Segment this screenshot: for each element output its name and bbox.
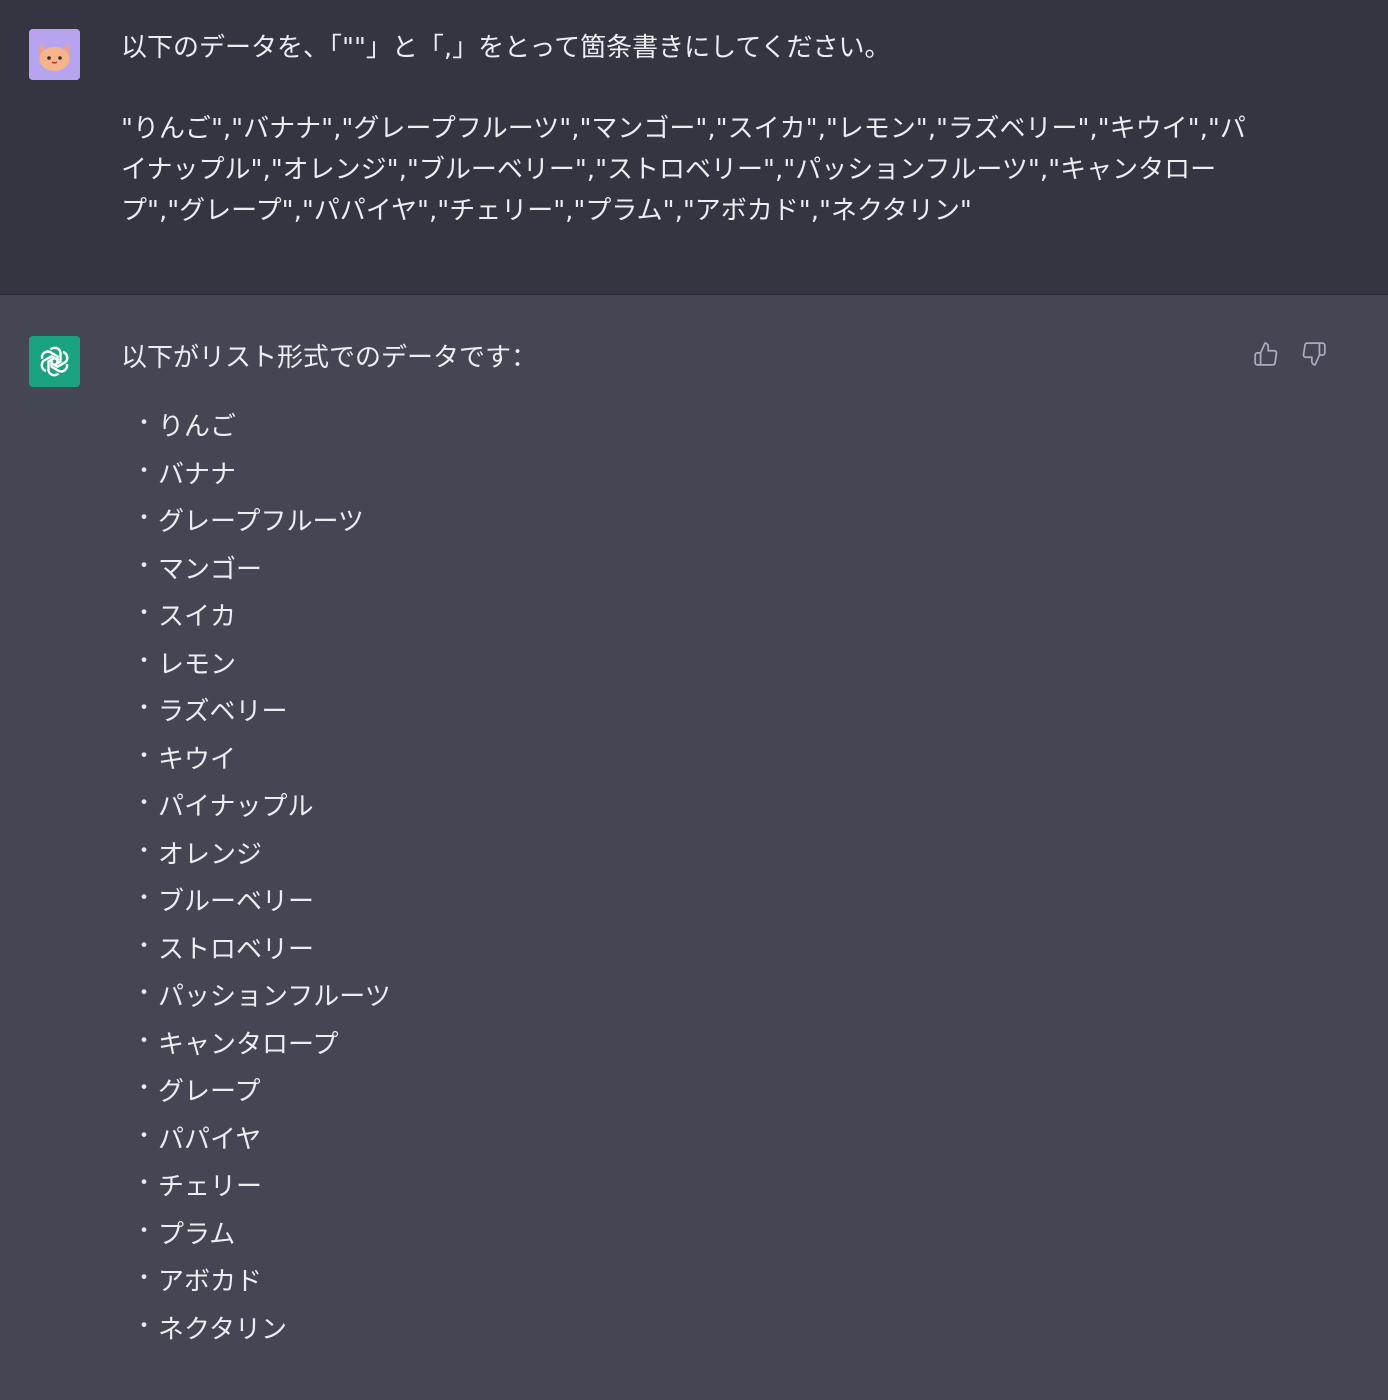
- bullet: ・: [133, 648, 156, 674]
- bullet: ・: [133, 838, 156, 864]
- assistant-message-text: 以下がリスト形式でのデータです： ・りんご ・バナナ ・グレープフルーツ ・マン…: [121, 338, 1221, 1354]
- thumbs-down-button[interactable]: [1300, 340, 1328, 368]
- list-item-label: スイカ: [158, 602, 237, 632]
- cat-avatar-icon: [29, 29, 80, 80]
- user-message: 以下のデータを、「""」と「,」をとって箇条書きにしてください。 "りんご","…: [0, 0, 1388, 295]
- list-item-label: マンゴー: [158, 554, 263, 585]
- list-item-label: プラム: [158, 1219, 236, 1250]
- assistant-message: 以下がリスト形式でのデータです： ・りんご ・バナナ ・グレープフルーツ ・マン…: [0, 295, 1388, 1400]
- list-item-label: ブルーベリー: [158, 887, 315, 917]
- list-item: ・グレープフルーツ: [121, 499, 1221, 547]
- bullet: ・: [133, 743, 156, 769]
- list-item-label: キウイ: [158, 744, 237, 775]
- list-item-label: グレープフルーツ: [158, 507, 364, 537]
- bullet: ・: [133, 791, 156, 816]
- list-item: ・バナナ: [121, 452, 1221, 500]
- list-item: ・アボカド: [121, 1259, 1221, 1307]
- list-item-label: バナナ: [158, 459, 237, 490]
- list-item: ・パイナップル: [121, 784, 1221, 832]
- thumbs-up-icon: [1254, 342, 1278, 366]
- list-item: ・チェリー: [121, 1164, 1221, 1212]
- list-item-label: キャンタロープ: [158, 1029, 339, 1060]
- list-item: ・レモン: [121, 642, 1221, 690]
- list-item: ・プラム: [121, 1212, 1221, 1260]
- bullet: ・: [133, 411, 156, 436]
- list-item: ・ラズベリー: [121, 689, 1221, 737]
- list-item: ・ストロベリー: [121, 927, 1221, 975]
- bullet: ・: [133, 601, 156, 626]
- list-item-label: ネクタリン: [158, 1314, 287, 1345]
- list-item-label: レモン: [158, 649, 237, 680]
- list-item-label: オレンジ: [158, 839, 263, 870]
- list-item: ・グレープ: [121, 1069, 1221, 1117]
- list-item-label: パッションフルーツ: [158, 982, 391, 1012]
- list-item: ・オレンジ: [121, 832, 1221, 880]
- thumbs-up-button[interactable]: [1252, 340, 1280, 368]
- bullet: ・: [133, 1171, 156, 1196]
- user-data-line: "りんご","バナナ","グレープフルーツ","マンゴー","スイカ","レモン…: [121, 114, 1246, 226]
- list-item-label: グレープ: [158, 1077, 261, 1107]
- list-item: ・ブルーベリー: [121, 879, 1221, 927]
- bullet: ・: [133, 1123, 156, 1149]
- list-item-label: パパイヤ: [158, 1124, 262, 1155]
- openai-logo-icon: [29, 336, 80, 387]
- bullet: ・: [133, 1313, 156, 1339]
- bullet: ・: [133, 886, 156, 911]
- list-item-label: りんご: [158, 412, 237, 442]
- list-item: ・パッションフルーツ: [121, 974, 1221, 1022]
- user-message-text: 以下のデータを、「""」と「,」をとって箇条書きにしてください。 "りんご","…: [121, 28, 1251, 232]
- feedback-buttons: [1252, 340, 1328, 368]
- list-item-label: ラズベリー: [158, 697, 288, 727]
- list-item-label: アボカド: [158, 1267, 263, 1297]
- list-item-label: チェリー: [158, 1172, 263, 1202]
- bullet: ・: [133, 696, 156, 721]
- user-prompt: 以下のデータを、「""」と「,」をとって箇条書きにしてください。: [121, 33, 891, 63]
- fruit-list: ・りんご ・バナナ ・グレープフルーツ ・マンゴー ・スイカ ・レモン ・ラズベ…: [121, 404, 1221, 1354]
- bullet: ・: [133, 1076, 156, 1101]
- bullet: ・: [133, 1218, 156, 1244]
- list-item: ・りんご: [121, 404, 1221, 452]
- list-item: ・パパイヤ: [121, 1117, 1221, 1165]
- bullet: ・: [133, 1266, 156, 1291]
- bullet: ・: [133, 1028, 156, 1054]
- list-item-label: ストロベリー: [158, 934, 315, 965]
- list-item: ・キャンタロープ: [121, 1022, 1221, 1070]
- bullet: ・: [133, 553, 156, 579]
- assistant-intro: 以下がリスト形式でのデータです：: [121, 343, 538, 373]
- thumbs-down-icon: [1302, 342, 1326, 366]
- list-item: ・マンゴー: [121, 547, 1221, 595]
- bullet: ・: [133, 506, 156, 531]
- bullet: ・: [133, 933, 156, 959]
- bullet: ・: [133, 458, 156, 484]
- bullet: ・: [133, 981, 156, 1006]
- list-item: ・ネクタリン: [121, 1307, 1221, 1355]
- list-item-label: パイナップル: [158, 792, 314, 822]
- list-item: ・キウイ: [121, 737, 1221, 785]
- list-item: ・スイカ: [121, 594, 1221, 642]
